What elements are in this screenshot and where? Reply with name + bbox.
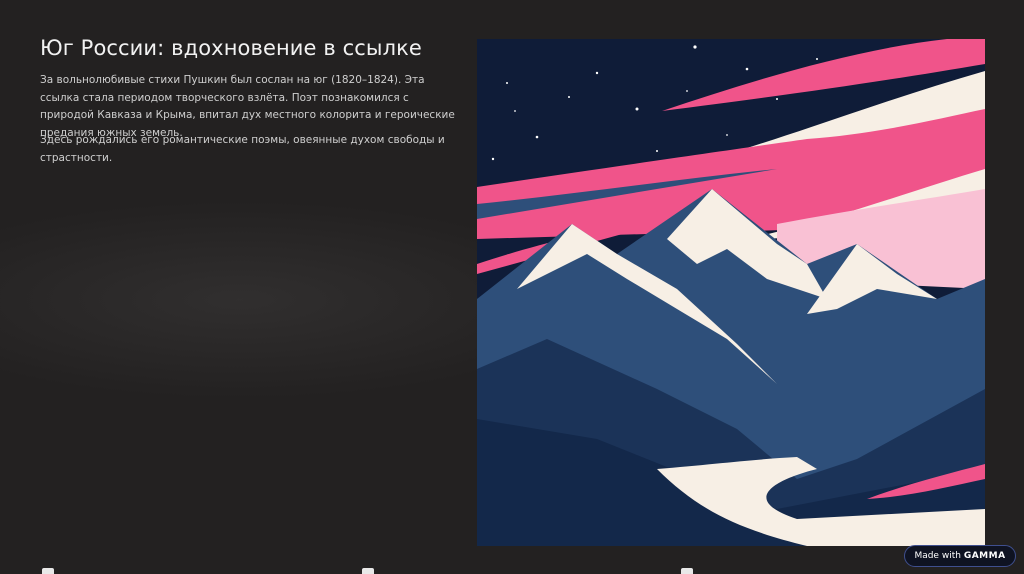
card-icon [681, 568, 693, 574]
slide-title: Юг России: вдохновение в ссылке [40, 36, 422, 60]
badge-prefix: Made with [914, 551, 961, 561]
mountain-landscape-svg [477, 39, 985, 546]
paragraph-poems: Здесь рождались его романтические поэмы,… [40, 134, 445, 164]
footer-card-1 [42, 568, 74, 574]
footer-card-2 [362, 568, 394, 574]
card-icon [362, 568, 374, 574]
made-with-gamma-badge[interactable]: Made with GAMMA [904, 545, 1016, 567]
mountain-illustration [477, 39, 985, 546]
card-icon [42, 568, 54, 574]
badge-brand: GAMMA [963, 551, 1006, 561]
footer-card-3 [681, 568, 713, 574]
